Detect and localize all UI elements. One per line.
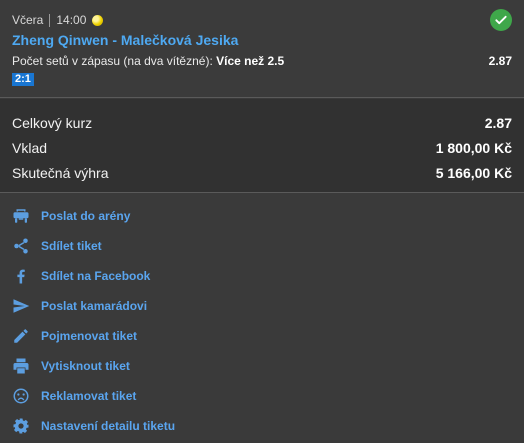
summary-label: Celkový kurz	[12, 115, 93, 131]
action-label: Nastavení detailu tiketu	[41, 419, 176, 433]
send-to-arena-button[interactable]: Poslat do arény	[0, 201, 524, 231]
match-name[interactable]: Zheng Qinwen - Malečková Jesika	[12, 32, 238, 48]
bet-meta: Včera 14:00	[12, 12, 104, 28]
summary-value: 1 800,00 Kč	[435, 140, 512, 156]
share-icon	[12, 237, 30, 255]
facebook-icon	[12, 267, 30, 285]
summary-value: 5 166,00 Kč	[435, 165, 512, 181]
bet-odds: 2.87	[488, 54, 512, 68]
summary-label: Skutečná výhra	[12, 165, 109, 181]
share-ticket-button[interactable]: Sdílet tiket	[0, 231, 524, 261]
ticket-actions: Poslat do arény Sdílet tiket Sdílet na F…	[0, 194, 524, 443]
print-ticket-button[interactable]: Vytisknout tiket	[0, 351, 524, 381]
send-icon	[12, 297, 30, 315]
action-label: Poslat do arény	[41, 209, 131, 223]
bet-day: Včera	[12, 13, 44, 27]
summary-value: 2.87	[484, 115, 512, 131]
summary-row-total-odds: Celkový kurz 2.87	[12, 113, 512, 133]
share-facebook-button[interactable]: Sdílet na Facebook	[0, 261, 524, 291]
printer-icon	[12, 357, 30, 375]
bet-market: Počet setů v zápasu (na dva vítězné): Ví…	[12, 54, 284, 68]
market-label: Počet setů v zápasu (na dva vítězné):	[12, 54, 213, 68]
bet-detail: Včera 14:00 Zheng Qinwen - Malečková Jes…	[0, 0, 524, 98]
action-label: Pojmenovat tiket	[41, 329, 138, 343]
ticket-detail-settings-button[interactable]: Nastavení detailu tiketu	[0, 411, 524, 441]
action-label: Reklamovat tiket	[41, 389, 137, 403]
tennis-ball-icon	[92, 14, 104, 26]
action-label: Sdílet na Facebook	[41, 269, 151, 283]
summary-label: Vklad	[12, 140, 48, 156]
rename-ticket-button[interactable]: Pojmenovat tiket	[0, 321, 524, 351]
action-label: Vytisknout tiket	[41, 359, 130, 373]
meta-divider	[49, 13, 51, 27]
arena-icon	[12, 207, 30, 225]
pencil-icon	[12, 327, 30, 345]
check-circle-icon	[490, 9, 512, 31]
sad-face-icon	[12, 387, 30, 405]
bet-selection: Více než 2.5	[216, 54, 285, 68]
claim-ticket-button[interactable]: Reklamovat tiket	[0, 381, 524, 411]
summary-row-stake: Vklad 1 800,00 Kč	[12, 138, 512, 158]
result-badge: 2:1	[12, 73, 34, 86]
summary-row-payout: Skutečná výhra 5 166,00 Kč	[12, 163, 512, 183]
ticket-summary: Celkový kurz 2.87 Vklad 1 800,00 Kč Skut…	[0, 99, 524, 193]
gear-icon	[12, 417, 30, 435]
send-to-friend-button[interactable]: Poslat kamarádovi	[0, 291, 524, 321]
action-label: Poslat kamarádovi	[41, 299, 148, 313]
bet-time: 14:00	[56, 13, 87, 27]
action-label: Sdílet tiket	[41, 239, 102, 253]
